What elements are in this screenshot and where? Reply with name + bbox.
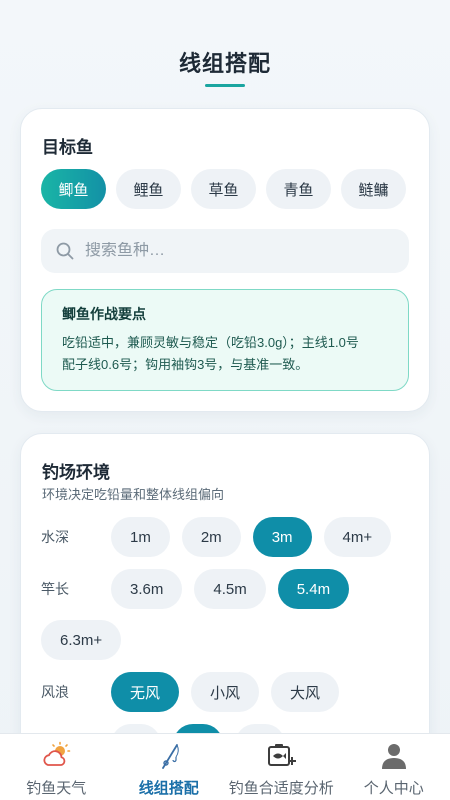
page-title: 线组搭配	[178, 51, 271, 76]
bottom-tab-bar: 钓鱼天气 线组搭配 钓鱼合适度分析 个人中心	[0, 733, 450, 800]
tab-line-setup[interactable]: 线组搭配	[113, 734, 226, 800]
fish-search-input[interactable]	[85, 242, 375, 260]
weather-icon	[43, 741, 71, 766]
person-icon	[381, 744, 406, 769]
fish-tip-text: 吃铅适中，兼顾灵敏与稳定（吃铅3.0g）；主线1.0号 配子线0.6号；钩用袖钩…	[62, 332, 388, 376]
depth-label: 水深	[41, 529, 69, 545]
environment-card: 钓场环境 环境决定吃铅量和整体线组偏向 水深 1m 2m 3m 4m+ 竿长 3…	[20, 433, 430, 764]
wind-row: 风浪 无风 小风 大风	[41, 672, 421, 712]
tab-label-line-setup: 线组搭配	[138, 780, 199, 797]
depth-option-2m[interactable]: 2m	[181, 517, 241, 557]
tab-fishing-suitability[interactable]: 钓鱼合适度分析	[225, 734, 338, 800]
fish-chip-black-carp[interactable]: 青鱼	[266, 169, 331, 209]
fish-tip-title: 鲫鱼作战要点	[62, 306, 146, 322]
fish-tip-line-2: 配子线0.6号；钩用袖钩3号，与基准一致。	[62, 357, 309, 372]
wind-option-light[interactable]: 小风	[191, 672, 260, 712]
depth-option-3m[interactable]: 3m	[252, 517, 312, 557]
wind-option-strong[interactable]: 大风	[271, 672, 340, 712]
rod-option-3-6m[interactable]: 3.6m	[111, 569, 183, 609]
fishing-rod-icon	[161, 744, 179, 769]
rod-option-4-5m[interactable]: 4.5m	[194, 569, 266, 609]
rod-length-label: 竿长	[41, 581, 69, 597]
tab-label-personal: 个人中心	[363, 780, 424, 797]
environment-title: 钓场环境	[42, 463, 110, 482]
fish-chip-row: 鲫鱼 鲤鱼 草鱼 青鱼 鲢鳙	[41, 169, 406, 209]
fish-chip-crucian[interactable]: 鲫鱼	[41, 169, 106, 209]
fish-tip-line-1: 吃铅适中，兼顾灵敏与稳定（吃铅3.0g）；主线1.0号	[62, 335, 359, 350]
depth-option-1m[interactable]: 1m	[111, 517, 170, 557]
rod-option-5-4m[interactable]: 5.4m	[277, 569, 350, 609]
fish-chip-carp[interactable]: 鲤鱼	[116, 169, 181, 209]
tab-fishing-weather[interactable]: 钓鱼天气	[0, 734, 113, 800]
title-underline	[205, 84, 245, 87]
wind-option-none[interactable]: 无风	[111, 672, 180, 712]
fish-search-box	[41, 229, 409, 273]
wind-label: 风浪	[41, 684, 69, 700]
fish-chip-silver-carp[interactable]: 鲢鳙	[341, 169, 406, 209]
environment-subtitle: 环境决定吃铅量和整体线组偏向	[42, 487, 225, 502]
fish-chip-grass-carp[interactable]: 草鱼	[191, 169, 256, 209]
rod-option-6-3m-plus[interactable]: 6.3m+	[41, 620, 122, 660]
target-fish-title: 目标鱼	[42, 138, 93, 157]
fish-analysis-icon	[268, 744, 297, 766]
depth-option-4m-plus[interactable]: 4m+	[323, 517, 392, 557]
search-icon	[56, 242, 74, 260]
target-fish-card: 目标鱼 鲫鱼 鲤鱼 草鱼 青鱼 鲢鳙 鲫鱼作战要点 吃铅适中，兼顾灵敏与稳定（吃…	[20, 108, 430, 412]
tab-personal-center[interactable]: 个人中心	[338, 734, 450, 800]
rod-length-row: 竿长 3.6m 4.5m 5.4m	[41, 569, 421, 609]
depth-row: 水深 1m 2m 3m 4m+	[41, 517, 421, 557]
fish-tip-box: 鲫鱼作战要点 吃铅适中，兼顾灵敏与稳定（吃铅3.0g）；主线1.0号 配子线0.…	[41, 289, 409, 391]
tab-label-suitability: 钓鱼合适度分析	[228, 780, 334, 797]
tab-label-weather: 钓鱼天气	[26, 780, 87, 797]
